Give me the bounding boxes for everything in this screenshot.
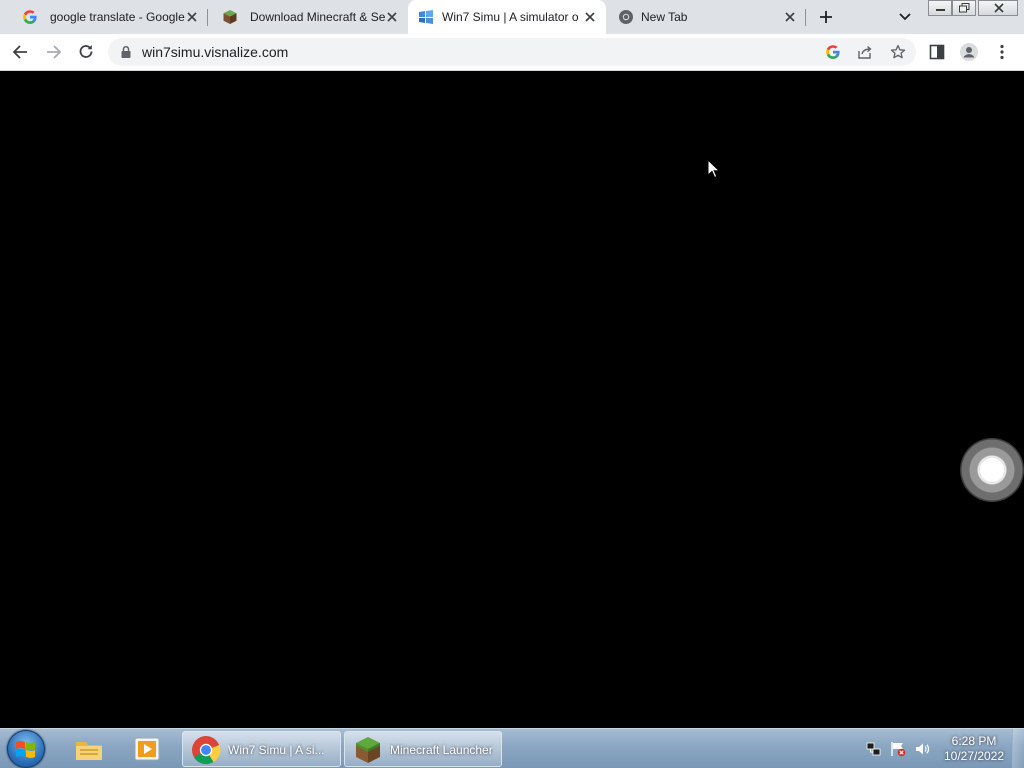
tab-separator	[805, 9, 806, 26]
side-panel-button[interactable]	[925, 40, 949, 64]
address-bar[interactable]: win7simu.visnalize.com	[108, 38, 916, 66]
clock-time: 6:28 PM	[951, 734, 997, 748]
start-orb-icon	[16, 741, 35, 758]
plus-icon	[820, 11, 832, 23]
forward-arrow-icon	[47, 45, 62, 59]
pinned-media-player[interactable]	[118, 730, 174, 768]
minecraft-grass-block-icon	[353, 735, 383, 765]
share-icon[interactable]	[857, 44, 873, 60]
back-button[interactable]	[9, 40, 33, 64]
media-player-icon	[134, 737, 160, 761]
star-icon[interactable]	[890, 44, 906, 60]
close-tab-icon[interactable]	[782, 9, 798, 25]
close-window-button[interactable]	[978, 0, 1018, 16]
side-panel-icon	[929, 44, 945, 60]
tab-win7-simu[interactable]: Win7 Simu | A simulator of	[408, 0, 606, 34]
tab-search-button[interactable]	[893, 6, 917, 28]
minecraft-icon	[222, 9, 238, 25]
tab-title: New Tab	[641, 10, 688, 24]
new-tab-button[interactable]	[814, 5, 838, 29]
close-icon	[994, 3, 1004, 13]
google-icon	[22, 9, 38, 25]
clock-date: 10/27/2022	[943, 749, 1005, 763]
task-label: Win7 Simu | A si...	[228, 743, 325, 757]
task-label: Minecraft Launcher	[390, 743, 493, 757]
google-g-icon[interactable]	[825, 44, 841, 60]
network-icon[interactable]	[866, 741, 882, 757]
profile-button[interactable]	[957, 40, 981, 64]
close-tab-icon[interactable]	[582, 9, 598, 25]
tab-title: google translate - Google S	[50, 10, 186, 24]
pinned-windows-explorer[interactable]	[60, 730, 116, 768]
action-center-flag-icon[interactable]	[890, 741, 906, 757]
chrome-icon	[618, 9, 634, 25]
url-text[interactable]: win7simu.visnalize.com	[142, 44, 288, 60]
reload-icon	[79, 45, 93, 58]
reload-button[interactable]	[74, 40, 98, 64]
taskbar: Win7 Simu | A si... Minecraft Launcher 6…	[0, 728, 1024, 768]
start-button[interactable]	[7, 730, 45, 768]
mouse-pointer-icon	[707, 159, 721, 179]
close-tab-icon[interactable]	[384, 9, 400, 25]
lock-icon[interactable]	[120, 45, 132, 59]
win7simu-icon	[418, 9, 434, 25]
tab-new-tab[interactable]: New Tab	[606, 0, 806, 34]
restore-button[interactable]	[952, 0, 976, 16]
tab-download-minecraft[interactable]: Download Minecraft & Serv	[208, 0, 408, 34]
chrome-menu-button[interactable]	[990, 40, 1014, 64]
taskbar-task-minecraft-launcher[interactable]: Minecraft Launcher	[344, 731, 502, 767]
tab-strip: google translate - Google S Download Min…	[0, 0, 1024, 34]
forward-button[interactable]	[41, 40, 65, 64]
minimize-icon	[936, 9, 945, 11]
page-content[interactable]	[0, 71, 1024, 728]
tab-google-translate[interactable]: google translate - Google S	[8, 0, 208, 34]
volume-icon[interactable]	[914, 741, 930, 757]
taskbar-task-chrome[interactable]: Win7 Simu | A si...	[182, 731, 341, 767]
show-desktop-button[interactable]	[1012, 729, 1024, 768]
close-tab-icon[interactable]	[184, 9, 200, 25]
tab-title: Win7 Simu | A simulator of	[442, 10, 578, 24]
tab-title: Download Minecraft & Serv	[250, 10, 386, 24]
profile-icon	[960, 43, 978, 61]
explorer-folder-icon	[76, 742, 102, 760]
system-clock[interactable]: 6:28 PM 10/27/2022	[938, 734, 1010, 764]
back-arrow-icon	[12, 45, 27, 59]
floating-record-button[interactable]	[960, 438, 1024, 502]
kebab-menu-icon	[1000, 44, 1004, 60]
minimize-button[interactable]	[928, 0, 952, 16]
browser-toolbar: win7simu.visnalize.com	[0, 34, 1024, 71]
restore-icon	[959, 3, 970, 13]
desktop: google translate - Google S Download Min…	[0, 0, 1024, 768]
chrome-icon	[191, 735, 221, 765]
chevron-down-icon	[899, 13, 911, 21]
